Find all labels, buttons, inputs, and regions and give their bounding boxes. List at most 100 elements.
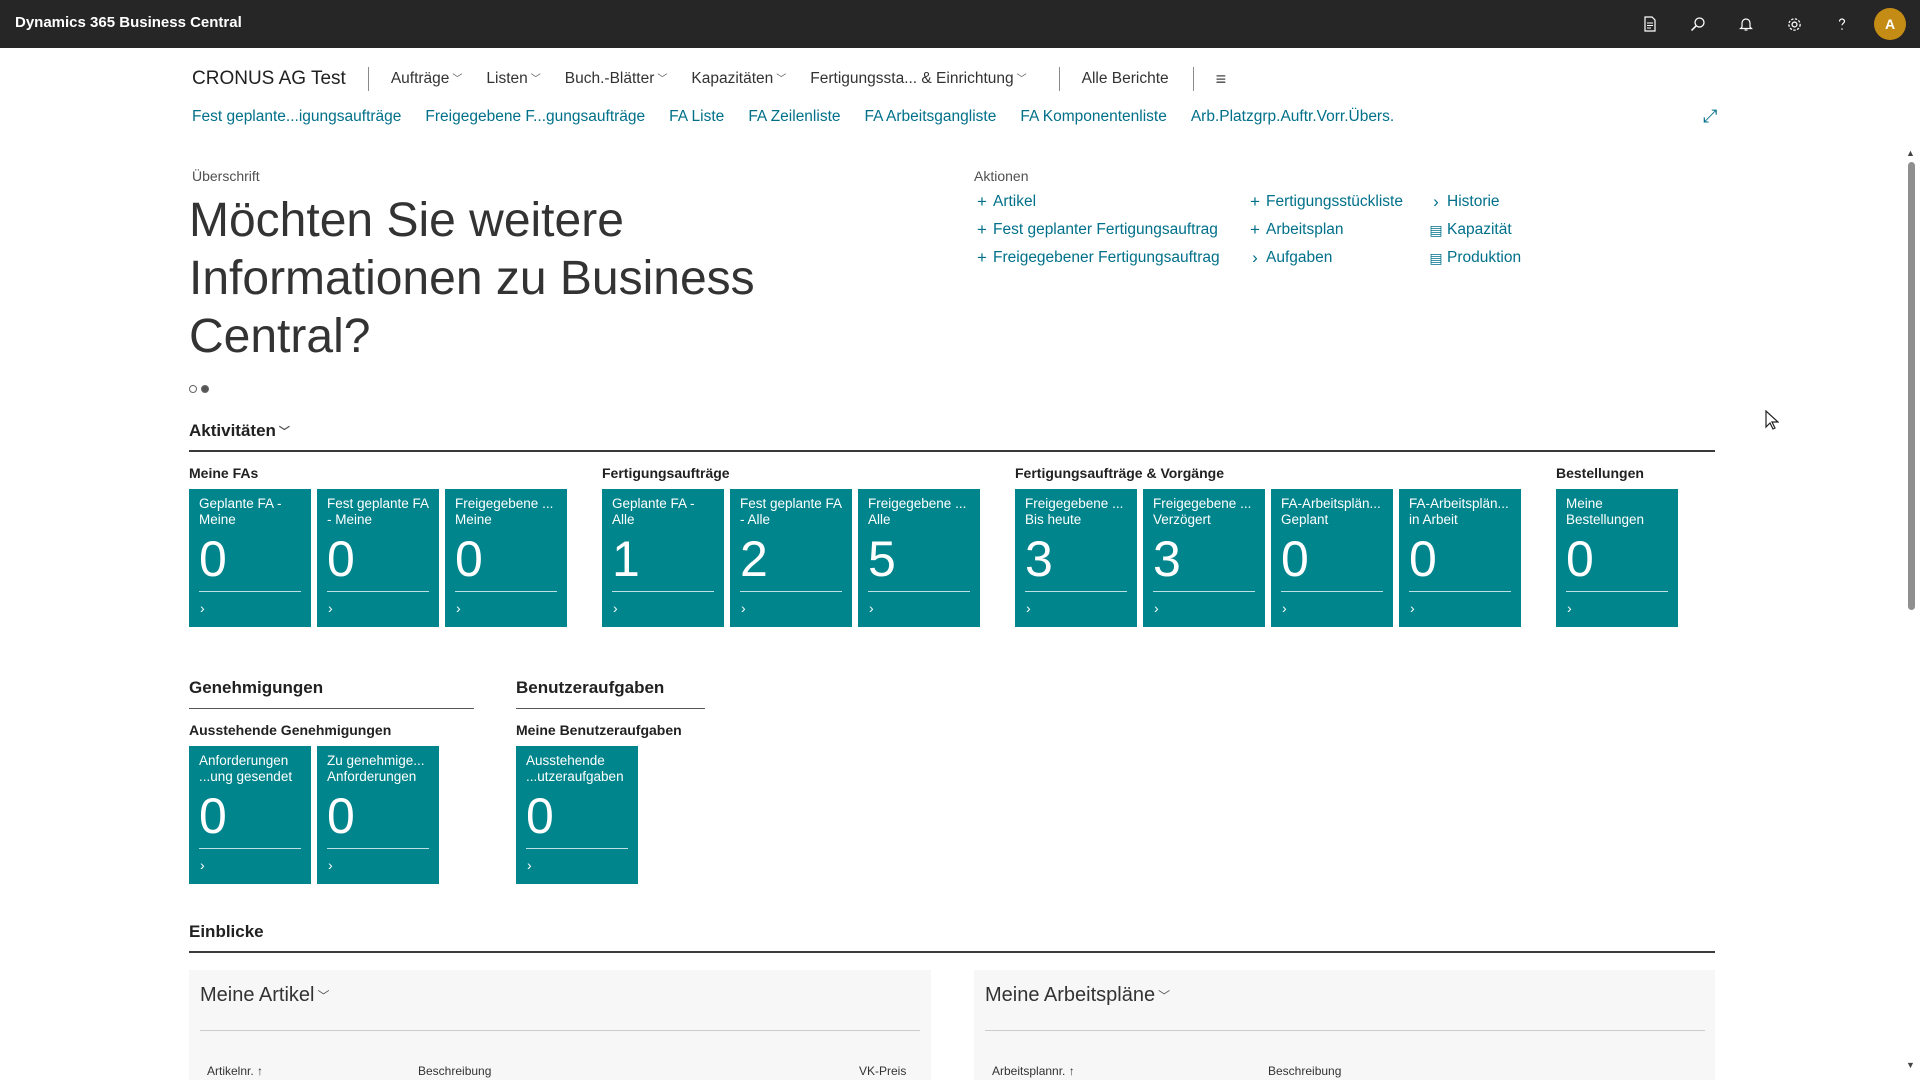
gear-icon[interactable] xyxy=(1770,0,1818,48)
chevron-right-icon: › xyxy=(1282,600,1287,616)
cue-tile-divider xyxy=(1025,591,1127,592)
action-arbeitsplan[interactable]: + Arbeitsplan xyxy=(1246,220,1403,240)
nav-item-buchblaetter[interactable]: Buch.-Blätter ﹀ xyxy=(565,70,668,88)
nav-item-fertigungsstammdaten[interactable]: Fertigungssta... & Einrichtung ﹀ xyxy=(810,70,1026,88)
cue-tile[interactable]: Ausstehende ...utzeraufgaben 0 › xyxy=(516,746,638,884)
chevron-right-icon: › xyxy=(328,857,333,873)
scroll-down-arrow-icon[interactable]: ▼ xyxy=(1906,1060,1915,1070)
action-aufgaben[interactable]: › Aufgaben xyxy=(1246,248,1403,268)
help-icon[interactable] xyxy=(1818,0,1866,48)
sublink-fa-liste[interactable]: FA Liste xyxy=(669,108,724,126)
cue-tile-value: 0 xyxy=(327,531,355,587)
cue-tile-label: Freigegebene ... Verzögert xyxy=(1153,496,1252,527)
cue-tile[interactable]: Freigegebene ... Verzögert 3 › xyxy=(1143,489,1265,627)
card-title-meine-artikel[interactable]: Meine Artikel ﹀ xyxy=(200,984,330,1007)
hamburger-menu-icon[interactable]: ≡ xyxy=(1216,69,1227,90)
cue-tile-divider xyxy=(327,848,429,849)
cue-tile[interactable]: Fest geplante FA - Alle 2 › xyxy=(730,489,852,627)
nav-item-listen[interactable]: Listen ﹀ xyxy=(486,70,540,88)
sublink-arbplatzgrp[interactable]: Arb.Platzgrp.Auftr.Vorr.Übers. xyxy=(1191,108,1394,126)
column-header-beschreibung[interactable]: Beschreibung xyxy=(1268,1064,1341,1078)
cue-tile-divider xyxy=(199,848,301,849)
sublink-freigegebene-fa[interactable]: Freigegebene F...gungsaufträge xyxy=(425,108,645,126)
cue-tile-value: 0 xyxy=(1566,531,1594,587)
scroll-up-arrow-icon[interactable]: ▲ xyxy=(1906,148,1915,158)
cue-tile[interactable]: FA-Arbeitsplän... Geplant 0 › xyxy=(1271,489,1393,627)
cue-tile[interactable]: Fest geplante FA - Meine 0 › xyxy=(317,489,439,627)
action-fest-geplanter-fa[interactable]: + Fest geplanter Fertigungsauftrag xyxy=(973,220,1220,240)
cue-tile[interactable]: Anforderungen ...ung gesendet 0 › xyxy=(189,746,311,884)
activities-title[interactable]: Aktivitäten ﹀ xyxy=(189,421,290,441)
expand-icon[interactable]: ⤢ xyxy=(1703,106,1717,127)
sublink-fa-zeilenliste[interactable]: FA Zeilenliste xyxy=(748,108,840,126)
chevron-down-icon: ﹀ xyxy=(452,74,463,85)
group-label-meine-benutzeraufgaben: Meine Benutzeraufgaben xyxy=(516,722,682,738)
bell-icon[interactable] xyxy=(1722,0,1770,48)
group-label-ausstehende-genehmigungen: Ausstehende Genehmigungen xyxy=(189,722,392,738)
chevron-down-icon: ﹀ xyxy=(657,74,668,85)
plus-icon: + xyxy=(1250,220,1260,239)
cue-tile-divider xyxy=(868,591,970,592)
cue-tile[interactable]: FA-Arbeitsplän... in Arbeit 0 › xyxy=(1399,489,1521,627)
nav-item-auftraege[interactable]: Aufträge ﹀ xyxy=(391,70,463,88)
chevron-right-icon: › xyxy=(1433,192,1439,211)
headline-pager xyxy=(189,385,209,393)
document-icon[interactable] xyxy=(1626,0,1674,48)
section-divider xyxy=(189,951,1715,953)
pager-dot-active[interactable] xyxy=(201,385,209,393)
cue-tile[interactable]: Freigegebene ... Bis heute 3 › xyxy=(1015,489,1137,627)
app-title[interactable]: Dynamics 365 Business Central xyxy=(15,14,242,31)
nav-item-alle-berichte[interactable]: Alle Berichte xyxy=(1082,70,1169,88)
nav-separator xyxy=(1058,67,1060,91)
action-historie[interactable]: › Historie xyxy=(1427,192,1521,212)
report-icon: ▤ xyxy=(1429,221,1443,238)
user-tasks-title: Benutzeraufgaben xyxy=(516,678,665,697)
cue-tile[interactable]: Geplante FA - Alle 1 › xyxy=(602,489,724,627)
cue-tile-value: 1 xyxy=(612,531,640,587)
action-fertigungsstueckliste[interactable]: + Fertigungsstückliste xyxy=(1246,192,1403,212)
cue-tile-label: Freigegebene ... Bis heute xyxy=(1025,496,1124,527)
group-label-bestellungen: Bestellungen xyxy=(1556,465,1644,481)
chevron-right-icon: › xyxy=(200,857,205,873)
cue-tile-divider xyxy=(327,591,429,592)
chevron-right-icon: › xyxy=(527,857,532,873)
action-kapazitaet[interactable]: ▤ Kapazität xyxy=(1427,220,1521,240)
plus-icon: + xyxy=(977,248,987,267)
pager-dot[interactable] xyxy=(189,385,197,393)
sublink-fa-arbeitsgangliste[interactable]: FA Arbeitsgangliste xyxy=(865,108,997,126)
chevron-right-icon: › xyxy=(1026,600,1031,616)
action-freigegebener-fa[interactable]: + Freigegebener Fertigungsauftrag xyxy=(973,248,1220,268)
action-artikel[interactable]: + Artikel xyxy=(973,192,1220,212)
nav-separator xyxy=(367,67,369,91)
cue-tile-label: Freigegebene ... Alle xyxy=(868,496,967,527)
user-avatar[interactable]: A xyxy=(1874,8,1906,40)
column-header-arbeitsplannr[interactable]: Arbeitsplannr. ↑ xyxy=(992,1064,1075,1078)
company-name[interactable]: CRONUS AG Test xyxy=(192,68,346,90)
column-header-artikelnr[interactable]: Artikelnr. ↑ xyxy=(207,1064,263,1078)
action-produktion[interactable]: ▤ Produktion xyxy=(1427,248,1521,268)
plus-icon: + xyxy=(977,220,987,239)
column-header-vk-preis[interactable]: VK-Preis xyxy=(859,1064,906,1078)
cue-tile[interactable]: Freigegebene ... Meine 0 › xyxy=(445,489,567,627)
sublink-fest-geplante-fa[interactable]: Fest geplante...igungsaufträge xyxy=(192,108,401,126)
card-title-meine-arbeitsplaene[interactable]: Meine Arbeitspläne ﹀ xyxy=(985,984,1170,1007)
cue-tile[interactable]: Geplante FA - Meine 0 › xyxy=(189,489,311,627)
column-header-beschreibung[interactable]: Beschreibung xyxy=(418,1064,491,1078)
cue-tile[interactable]: Freigegebene ... Alle 5 › xyxy=(858,489,980,627)
cue-tile[interactable]: Meine Bestellungen 0 › xyxy=(1556,489,1678,627)
cue-tile-value: 0 xyxy=(199,531,227,587)
cue-tile[interactable]: Zu genehmige... Anforderungen 0 › xyxy=(317,746,439,884)
search-icon[interactable] xyxy=(1674,0,1722,48)
sublink-fa-komponentenliste[interactable]: FA Komponentenliste xyxy=(1020,108,1167,126)
actions-column-2: + Fertigungsstückliste + Arbeitsplan › Aufg… xyxy=(1246,192,1403,268)
cue-tile-label: Geplante FA - Meine xyxy=(199,496,282,527)
cue-tile-divider xyxy=(1281,591,1383,592)
chevron-down-icon: ﹀ xyxy=(1016,74,1027,85)
card-divider xyxy=(200,1030,920,1031)
cue-tile-value: 3 xyxy=(1153,531,1181,587)
cue-tile-label: FA-Arbeitsplän... in Arbeit xyxy=(1409,496,1509,527)
nav-item-kapazitaeten[interactable]: Kapazitäten ﹀ xyxy=(691,70,786,88)
scrollbar-thumb[interactable] xyxy=(1908,162,1915,610)
chevron-right-icon: › xyxy=(328,600,333,616)
vertical-scrollbar[interactable]: ▲ ▼ xyxy=(1906,148,1916,1072)
